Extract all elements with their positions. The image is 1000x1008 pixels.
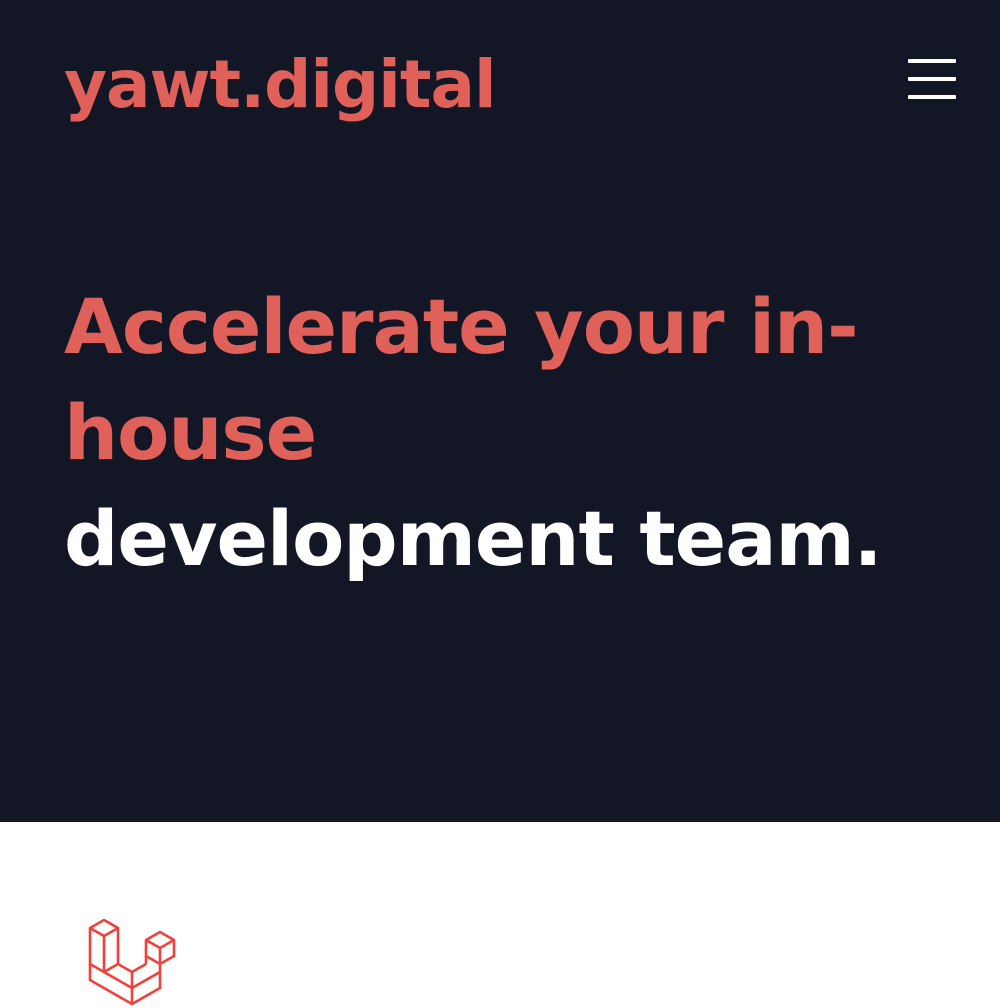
headline-accent-line-1: Accelerate your in- xyxy=(64,282,859,371)
hero-section: yawt.digital Accelerate your in- house d… xyxy=(0,0,1000,822)
headline-accent-line-2: house xyxy=(64,388,317,477)
hero-headline: Accelerate your in- house development te… xyxy=(64,274,944,592)
headline-plain-line: development team. xyxy=(64,494,883,583)
hamburger-menu-icon xyxy=(908,95,956,99)
site-logo[interactable]: yawt.digital xyxy=(64,40,497,130)
menu-button[interactable] xyxy=(900,54,964,108)
hamburger-menu-icon xyxy=(908,59,956,63)
laravel-logo-icon xyxy=(88,918,176,1006)
hamburger-menu-icon xyxy=(908,77,956,81)
content-section xyxy=(0,822,1000,1006)
